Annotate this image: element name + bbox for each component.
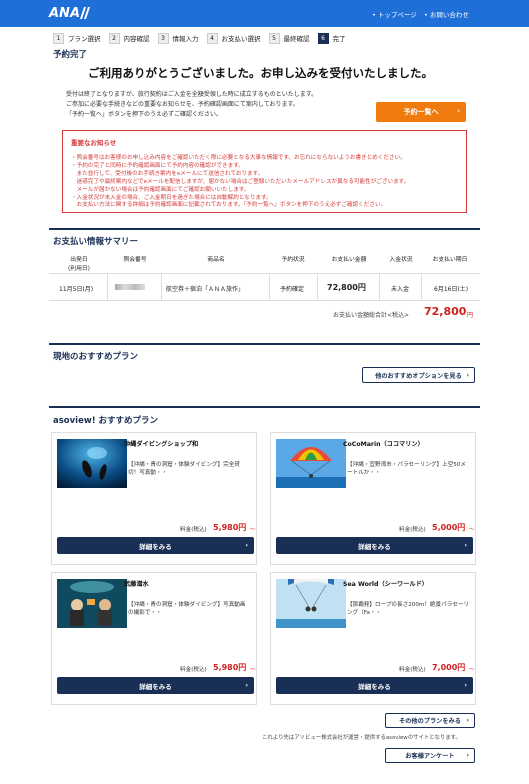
- top-page-link[interactable]: • トップページ: [372, 9, 417, 19]
- chevron-right-icon: ›: [457, 107, 460, 115]
- total-label: お支払い金額総合計<税込>: [333, 312, 410, 319]
- row-due: 6月16日(土): [434, 286, 469, 293]
- parasailing-sea-photo: [276, 579, 346, 628]
- section-divider: [49, 406, 480, 408]
- plan-price: 5,000円: [432, 523, 466, 532]
- col-date: 出発日 (利用日): [68, 257, 90, 272]
- details-button[interactable]: 詳細をみる ›: [57, 677, 254, 694]
- step-info: 3 情報入力: [157, 32, 199, 44]
- plan-card[interactable]: CoCoMarin（ココマリン） 【沖縄・宜野湾市・パラセーリング】上空50メー…: [270, 432, 476, 565]
- ana-logo[interactable]: ANA: [49, 6, 80, 21]
- col-product: 商品名: [207, 257, 225, 263]
- ana-logo-mark-icon: [80, 7, 90, 19]
- details-button[interactable]: 詳細をみる ›: [57, 537, 254, 554]
- row-amount: 72,800円: [327, 283, 366, 292]
- col-payment-status: 入金状況: [389, 257, 413, 263]
- row-product: 航空券＋宿泊「ＡＮＡ旅作」: [166, 286, 245, 293]
- col-amount: お支払い金額: [331, 257, 367, 263]
- chevron-right-icon: ›: [466, 752, 469, 759]
- section-divider: [49, 343, 480, 345]
- diving-group-photo: [57, 579, 127, 628]
- asoview-disclaimer: これより先はアソビュー株式会社が運営・提供するasoviewのサイトとなります。: [262, 735, 461, 741]
- plan-price: 5,980円: [213, 663, 247, 672]
- page-title: 予約完了: [53, 50, 88, 60]
- plan-name: Sea World（シーワールド）: [343, 581, 428, 588]
- payment-summary-title: お支払い情報サマリー: [53, 237, 139, 247]
- step-final: 5 最終確認: [268, 32, 310, 44]
- other-options-button[interactable]: 他のおすすめオプションを見る ›: [362, 367, 475, 383]
- plan-card[interactable]: 沖縄ダイビングショップ和 【沖縄・青の洞窟・体験ダイビング】完全貸切！写真動・・…: [51, 432, 257, 565]
- plan-description: 【沖縄・宜野湾市・パラセーリング】上空50メートルか・・: [347, 462, 466, 476]
- chevron-right-icon: ›: [466, 371, 469, 379]
- row-payment-status: 未入金: [391, 286, 410, 293]
- plan-description: 【沖縄・青の洞窟・体験ダイビング】写真動画の撮影で・・: [128, 602, 246, 616]
- plan-description: 【那覇発】ロープの長さ200m！絶景パラセーリング（Fa・・: [347, 602, 470, 616]
- masked-reference-number: [115, 284, 145, 290]
- contact-link[interactable]: • お問い合わせ: [424, 9, 469, 19]
- plan-price: 5,980円: [213, 523, 247, 532]
- reservation-list-button[interactable]: 予約一覧へ ›: [376, 102, 466, 122]
- col-status: 予約状況: [281, 257, 305, 263]
- chevron-right-icon: ›: [464, 681, 467, 689]
- plan-price: 7,000円: [432, 663, 466, 672]
- total-unit: 円: [467, 312, 474, 319]
- site-header: ANA • トップページ • お問い合わせ: [0, 0, 529, 27]
- progress-steps: 1 プラン選択 2 内容確認 3 情報入力 4 お支払い選択 5 最終確認 6 完了: [53, 32, 346, 44]
- step-plan: 1 プラン選択: [53, 32, 101, 44]
- row-date: 11月5日(月): [59, 286, 94, 293]
- local-plans-title: 現地のおすすめプラン: [53, 352, 139, 362]
- more-plans-button[interactable]: その他のプランをみる ›: [385, 713, 475, 728]
- important-notice: 重要なお知らせ ・照会番号はお客様のお申し込み内容をご確認いただく際に必要となる…: [62, 130, 467, 213]
- chevron-right-icon: ›: [245, 681, 248, 689]
- diving-photo: [57, 439, 127, 488]
- intro-text: 受付は終了となりますが、旅行契約はご入金を全額受領した時に成立するものといたしま…: [66, 91, 318, 118]
- plan-card[interactable]: Sea World（シーワールド） 【那覇発】ロープの長さ200m！絶景パラセー…: [270, 572, 476, 705]
- plan-description: 【沖縄・青の洞窟・体験ダイビング】完全貸切！写真動・・: [128, 462, 240, 476]
- step-payment: 4 お支払い選択: [206, 32, 261, 44]
- total-value: 72,800: [424, 305, 467, 318]
- step-complete: 6 完了: [317, 32, 346, 44]
- plan-name: CoCoMarin（ココマリン）: [343, 441, 424, 448]
- chevron-right-icon: ›: [464, 541, 467, 549]
- row-status: 予約確定: [280, 286, 305, 293]
- details-button[interactable]: 詳細をみる ›: [276, 677, 473, 694]
- chevron-right-icon: ›: [245, 541, 248, 549]
- thanks-headline: ご利用ありがとうございました。お申し込みを受付いたしました。: [88, 66, 433, 80]
- chevron-right-icon: ›: [466, 717, 469, 724]
- asoview-title: asoview! おすすめプラン: [53, 416, 159, 426]
- plan-card[interactable]: 武藤潜水 【沖縄・青の洞窟・体験ダイビング】写真動画の撮影で・・ 料金(税込) …: [51, 572, 257, 705]
- step-confirm: 2 内容確認: [108, 32, 150, 44]
- survey-button[interactable]: お客様アンケート ›: [385, 748, 475, 763]
- details-button[interactable]: 詳細をみる ›: [276, 537, 473, 554]
- plan-name: 沖縄ダイビングショップ和: [124, 441, 199, 448]
- col-ref: 照会番号: [123, 257, 147, 263]
- col-due: お支払い期日: [432, 257, 468, 263]
- parasailing-photo: [276, 439, 346, 488]
- section-divider: [49, 228, 480, 230]
- table-row: 11月5日(月) 航空券＋宿泊「ＡＮＡ旅作」 予約確定 72,800円 未入金 …: [49, 273, 480, 301]
- plan-name: 武藤潜水: [124, 581, 149, 588]
